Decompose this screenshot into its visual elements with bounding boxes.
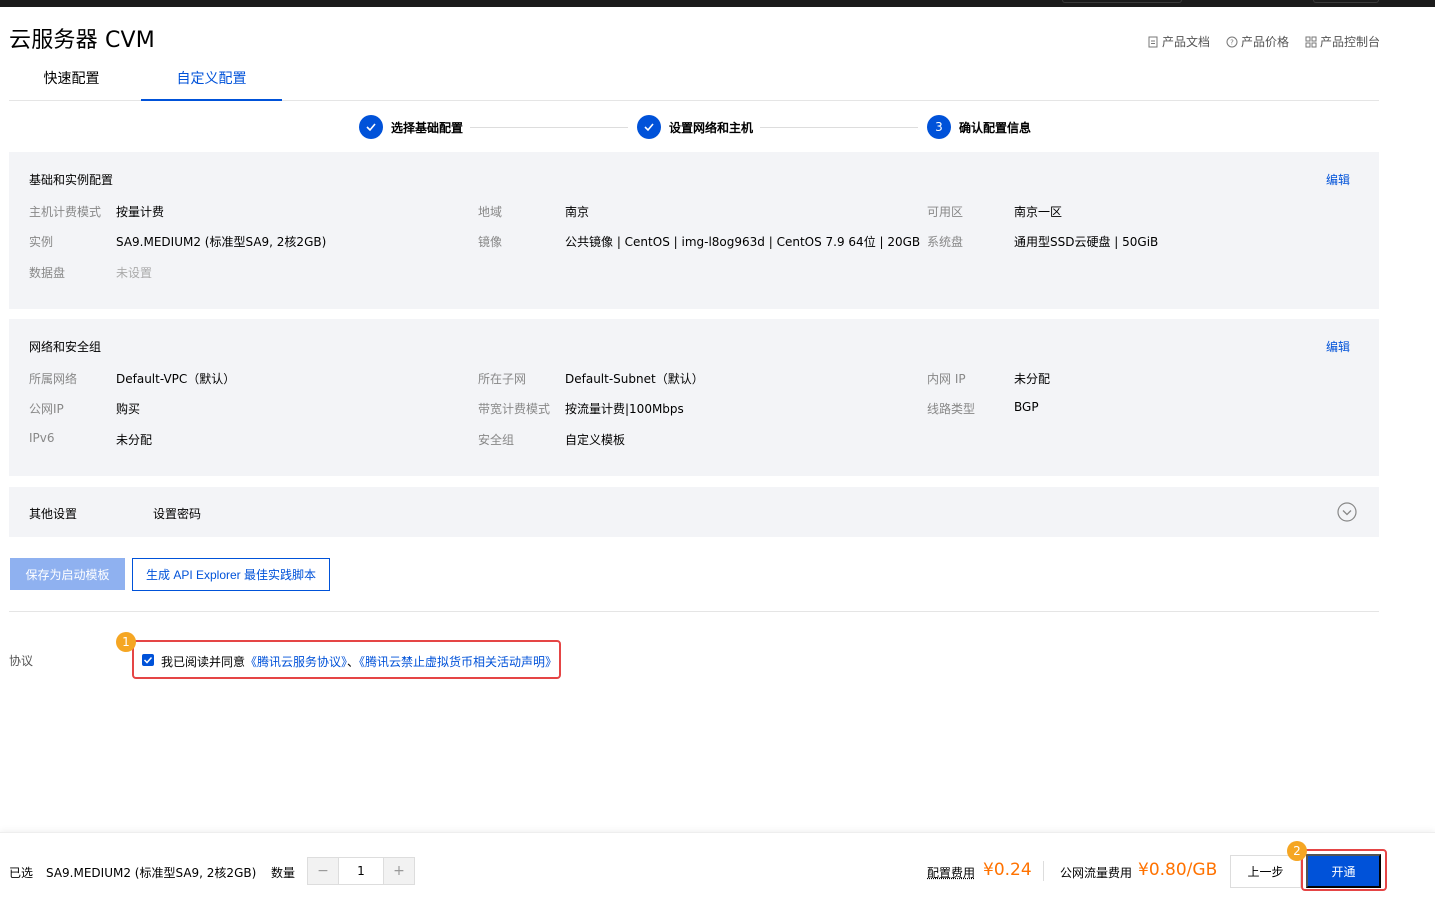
product-docs-label: 产品文档 (1161, 35, 1210, 49)
quantity-stepper: − 1 + (307, 857, 415, 885)
divider (1043, 861, 1044, 881)
field-label: 所在子网 (478, 372, 527, 386)
traffic-fee-value: ¥0.80/GB (1138, 860, 1218, 880)
field-label: 内网 IP (927, 372, 966, 386)
product-console-label: 产品控制台 (1319, 35, 1380, 49)
field-value: 自定义模板 (565, 433, 626, 447)
field-label: 地域 (478, 205, 503, 219)
field-value: Default-Subnet（默认） (565, 372, 704, 386)
traffic-fee-label: 公网流量费用 (1060, 866, 1133, 880)
field-value: 通用型SSD云硬盘 | 50GiB (1014, 235, 1159, 249)
other-settings-value: 设置密码 (153, 507, 202, 521)
field-label: IPv6 (29, 431, 55, 445)
step-3: 3 确认配置信息 (927, 115, 1031, 139)
field-label: 所属网络 (29, 372, 78, 386)
field-value: SA9.MEDIUM2 (标准型SA9, 2核2GB) (116, 235, 327, 249)
panel-title: 基础和实例配置 (29, 173, 114, 187)
check-icon (359, 115, 383, 139)
document-icon (1148, 36, 1158, 47)
product-docs-link[interactable]: 产品文档 (1147, 33, 1210, 50)
config-tabs: 快速配置 自定义配置 (9, 62, 1379, 101)
agreement-prefix: 我已阅读并同意 (161, 655, 246, 669)
edit-basic-link[interactable]: 编辑 (1326, 171, 1350, 188)
config-fee-label[interactable]: 配置费用 (927, 864, 975, 881)
svg-text:?: ? (1230, 38, 1234, 46)
field-label: 系统盘 (927, 235, 964, 249)
step-label: 选择基础配置 (391, 120, 464, 135)
field-value: 未分配 (1014, 372, 1051, 386)
check-icon (637, 115, 661, 139)
field-value: 南京 (565, 205, 590, 219)
agreement-text: 我已阅读并同意《腾讯云服务协议》、《腾讯云禁止虚拟货币相关活动声明》 (161, 653, 557, 670)
field-label: 公网IP (29, 402, 64, 416)
chevron-down-circle-icon[interactable] (1337, 502, 1357, 522)
field-value: 南京一区 (1014, 205, 1063, 219)
product-price-label: 产品价格 (1240, 35, 1289, 49)
top-bar (0, 0, 1435, 7)
field-label: 数据盘 (29, 266, 66, 280)
selected-value: SA9.MEDIUM2 (标准型SA9, 2核2GB) (46, 866, 257, 880)
field-label: 实例 (29, 235, 54, 249)
field-label: 可用区 (927, 205, 964, 219)
bottom-bar: 已选 SA9.MEDIUM2 (标准型SA9, 2核2GB) 数量 − 1 + … (0, 832, 1435, 899)
panel-title: 网络和安全组 (29, 340, 102, 354)
check-icon (143, 656, 153, 664)
selected-label: 已选 (9, 866, 34, 880)
field-value: 购买 (116, 402, 141, 416)
quantity-label: 数量 (271, 866, 296, 880)
open-button[interactable]: 开通 (1306, 854, 1381, 888)
step-1: 选择基础配置 (359, 115, 463, 139)
save-as-template-button[interactable]: 保存为启动模板 (10, 558, 125, 590)
panel-title: 其他设置 (29, 507, 78, 521)
product-price-link[interactable]: ? 产品价格 (1226, 33, 1289, 50)
field-label: 线路类型 (927, 402, 976, 416)
agreement-checkbox[interactable] (142, 654, 154, 666)
field-value: 未设置 (116, 266, 153, 280)
step-badge: 1 (116, 632, 136, 652)
divider (9, 611, 1379, 612)
tab-quick-config[interactable]: 快速配置 (9, 62, 134, 101)
field-label: 主机计费模式 (29, 205, 102, 219)
service-agreement-link[interactable]: 《腾讯云服务协议》 (245, 655, 347, 669)
help-circle-icon: ? (1226, 36, 1238, 47)
field-label: 安全组 (478, 433, 515, 447)
step-connector (760, 127, 918, 128)
field-label: 镜像 (478, 235, 503, 249)
field-value: Default-VPC（默认） (116, 372, 236, 386)
field-value: 未分配 (116, 433, 153, 447)
config-fee-value: ¥0.24 (983, 860, 1032, 880)
step-2: 设置网络和主机 (637, 115, 753, 139)
step-connector (470, 127, 628, 128)
quantity-input[interactable]: 1 (338, 858, 384, 884)
top-bar-segment (1062, 0, 1182, 3)
field-label: 带宽计费模式 (478, 402, 551, 416)
field-value: 按量计费 (116, 205, 165, 219)
agreement-label: 协议 (9, 654, 34, 668)
step-label: 设置网络和主机 (669, 120, 754, 135)
network-config-panel: 网络和安全组 编辑 所属网络 Default-VPC（默认） 所在子网 Defa… (9, 319, 1379, 476)
step-label: 确认配置信息 (959, 120, 1032, 135)
step-badge: 2 (1287, 841, 1307, 861)
increment-button[interactable]: + (384, 858, 414, 884)
api-explorer-button[interactable]: 生成 API Explorer 最佳实践脚本 (132, 558, 330, 591)
other-settings-panel[interactable]: 其他设置 设置密码 (9, 487, 1379, 537)
steps-indicator: 选择基础配置 设置网络和主机 3 确认配置信息 (0, 115, 1435, 139)
agreement-highlight: 我已阅读并同意《腾讯云服务协议》、《腾讯云禁止虚拟货币相关活动声明》 (132, 640, 561, 679)
decrement-button[interactable]: − (308, 858, 338, 884)
edit-network-link[interactable]: 编辑 (1326, 338, 1350, 355)
agreement-separator: 、 (347, 655, 360, 669)
field-value: BGP (1014, 400, 1039, 414)
page-title: 云服务器 CVM (9, 28, 155, 53)
step-number: 3 (927, 115, 951, 139)
crypto-statement-link[interactable]: 《腾讯云禁止虚拟货币相关活动声明》 (359, 655, 557, 669)
top-bar-segment (1313, 0, 1379, 3)
grid-icon (1305, 36, 1317, 47)
tab-custom-config[interactable]: 自定义配置 (141, 62, 282, 101)
field-value: 公共镜像 | CentOS | img-l8og963d | CentOS 7.… (565, 235, 921, 249)
field-value: 按流量计费|100Mbps (565, 402, 684, 416)
basic-config-panel: 基础和实例配置 编辑 主机计费模式 按量计费 地域 南京 可用区 南京一区 实例… (9, 152, 1379, 309)
previous-step-button[interactable]: 上一步 (1230, 855, 1301, 888)
product-console-link[interactable]: 产品控制台 (1305, 33, 1380, 50)
header-links: 产品文档 ? 产品价格 产品控制台 (1147, 33, 1380, 50)
